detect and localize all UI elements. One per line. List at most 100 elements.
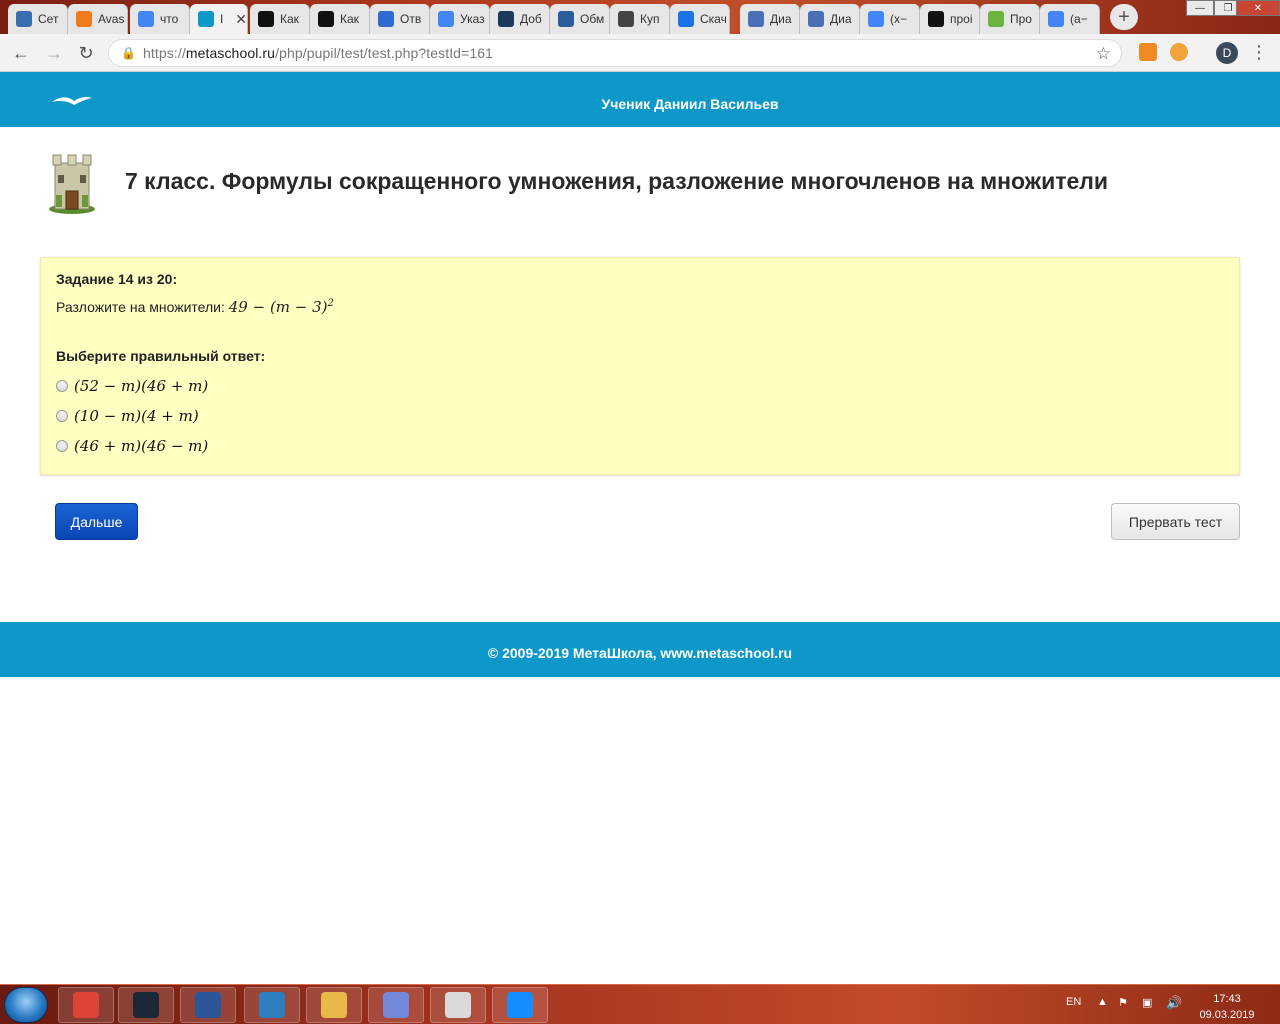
browser-tab-title: Сет — [38, 12, 59, 26]
browser-tab[interactable]: Avas — [68, 4, 128, 34]
browser-tab[interactable]: проі — [920, 4, 980, 34]
taskbar-app-button[interactable] — [430, 987, 486, 1023]
url-text: https://metaschool.ru/php/pupil/test/tes… — [143, 45, 493, 61]
abort-test-button[interactable]: Прервать тест — [1111, 503, 1240, 540]
pupil-name: Ученик Даниил Васильев — [601, 96, 779, 112]
exchange-icon — [558, 11, 574, 27]
task-panel: Задание 14 из 20: Разложите на множители… — [40, 257, 1240, 475]
address-bar[interactable]: 🔒 https://metaschool.ru/php/pupil/test/t… — [108, 39, 1122, 67]
task-expression: 49 − (m − 3)2 — [228, 298, 334, 316]
browser-toolbar: ← → ↻ 🔒 https://metaschool.ru/php/pupil/… — [0, 34, 1280, 72]
lock-icon: 🔒 — [121, 46, 136, 60]
word-icon — [195, 992, 221, 1018]
network-icon[interactable]: ▣ — [1142, 996, 1152, 1009]
steam-icon — [133, 992, 159, 1018]
task-prompt: Разложите на множители: 49 − (m − 3)2 — [56, 298, 334, 316]
browser-tab[interactable]: Обм — [550, 4, 610, 34]
skull-icon — [618, 11, 634, 27]
apple-icon — [988, 11, 1004, 27]
browser-tab[interactable]: Доб — [490, 4, 550, 34]
chrome-icon — [73, 992, 99, 1018]
taskbar-app-button[interactable] — [306, 987, 362, 1023]
browser-tab-title: Как — [280, 12, 299, 26]
language-indicator[interactable]: EN — [1066, 996, 1081, 1008]
answer-option-3[interactable]: (46 + m)(46 − m) — [56, 435, 208, 457]
browser-tab-title: Отв — [400, 12, 422, 26]
browser-tab-title: Диа — [770, 12, 792, 26]
znanija-icon — [318, 11, 334, 27]
key-extension-icon[interactable] — [1170, 43, 1188, 61]
close-tab-icon[interactable]: ✕ — [235, 11, 247, 28]
browser-tab-title: (x− — [890, 12, 908, 26]
shopping-bag-extension-icon[interactable] — [1139, 43, 1157, 61]
remote-desktop-icon — [259, 992, 285, 1018]
browser-tab-title: Avas — [98, 12, 124, 26]
answer-option-label: (46 + m)(46 − m) — [74, 437, 209, 455]
reload-icon[interactable]: ↻ — [74, 41, 98, 65]
taskbar-app-button[interactable] — [492, 987, 548, 1023]
browser-tab-title: Указ — [460, 12, 485, 26]
discord-icon — [383, 992, 409, 1018]
browser-tab[interactable]: Диа — [800, 4, 860, 34]
answer-option-label: (52 − m)(46 + m) — [74, 377, 209, 395]
back-arrow-icon[interactable]: ← — [9, 41, 33, 65]
minimize-button[interactable]: — — [1186, 0, 1214, 16]
start-button[interactable] — [4, 987, 48, 1023]
browser-tab[interactable]: Скач — [670, 4, 730, 34]
copyright-text: © 2009-2019 МетаШкола, www.metaschool.ru — [487, 645, 793, 661]
volume-icon[interactable]: 🔊 — [1166, 995, 1182, 1011]
browser-tab[interactable]: (a− — [1040, 4, 1100, 34]
browser-menu-icon[interactable]: ⋮ — [1250, 42, 1268, 63]
steam-icon — [498, 11, 514, 27]
system-clock[interactable]: 17:43 09.03.2019 — [1192, 991, 1262, 1023]
forward-arrow-icon[interactable]: → — [42, 41, 66, 65]
znanija-icon — [258, 11, 274, 27]
browser-tab-title: I — [220, 12, 224, 26]
explorer-folder-icon — [321, 992, 347, 1018]
browser-tab[interactable]: Про — [980, 4, 1040, 34]
profile-avatar[interactable]: D — [1216, 42, 1238, 64]
choose-answer-label: Выберите правильный ответ: — [56, 348, 266, 364]
next-button[interactable]: Дальше — [55, 503, 138, 540]
taskbar-app-button[interactable] — [180, 987, 236, 1023]
windows-network-icon — [16, 11, 32, 27]
browser-tab-title: проі — [950, 12, 973, 26]
task-number: Задание 14 из 20: — [56, 271, 178, 287]
taskbar-app-button[interactable] — [118, 987, 174, 1023]
chat-icon — [748, 11, 764, 27]
answer-option-1[interactable]: (52 − m)(46 + m) — [56, 375, 208, 397]
answer-radio-2[interactable] — [56, 410, 68, 422]
browser-tab[interactable]: Сет — [8, 4, 68, 34]
browser-tab[interactable]: Куп — [610, 4, 670, 34]
browser-tab[interactable]: (x− — [860, 4, 920, 34]
browser-tab-title: Диа — [830, 12, 852, 26]
answer-option-label: (10 − m)(4 + m) — [74, 407, 199, 425]
browser-tab-title: Про — [1010, 12, 1032, 26]
google-icon — [438, 11, 454, 27]
new-tab-button[interactable]: + — [1110, 4, 1138, 30]
browser-tab[interactable]: Диа — [740, 4, 800, 34]
taskbar-app-button[interactable] — [244, 987, 300, 1023]
browser-tab[interactable]: Как — [310, 4, 370, 34]
tray-expand-icon[interactable]: ▲ — [1097, 996, 1108, 1008]
action-center-flag-icon[interactable]: ⚑ — [1118, 996, 1128, 1009]
browser-tab[interactable]: Указ — [430, 4, 490, 34]
answer-option-2[interactable]: (10 − m)(4 + m) — [56, 405, 199, 427]
browser-tab[interactable]: I ✕ — [190, 4, 248, 34]
site-footer: © 2009-2019 МетаШкола, www.metaschool.ru — [0, 622, 1280, 677]
question-icon — [378, 11, 394, 27]
taskbar-app-button[interactable] — [368, 987, 424, 1023]
google-icon — [138, 11, 154, 27]
answer-radio-3[interactable] — [56, 440, 68, 452]
browser-tab-title: что — [160, 12, 179, 26]
bookmark-star-icon[interactable]: ☆ — [1096, 44, 1111, 64]
castle-tower-icon — [49, 154, 95, 214]
browser-tab[interactable]: Как — [250, 4, 310, 34]
browser-tab-title: Куп — [640, 12, 660, 26]
paint-icon — [445, 992, 471, 1018]
close-window-button[interactable]: ✕ — [1236, 0, 1280, 16]
browser-tab[interactable]: Отв — [370, 4, 430, 34]
taskbar-app-button[interactable] — [58, 987, 114, 1023]
browser-tab[interactable]: что — [130, 4, 190, 34]
answer-radio-1[interactable] — [56, 380, 68, 392]
